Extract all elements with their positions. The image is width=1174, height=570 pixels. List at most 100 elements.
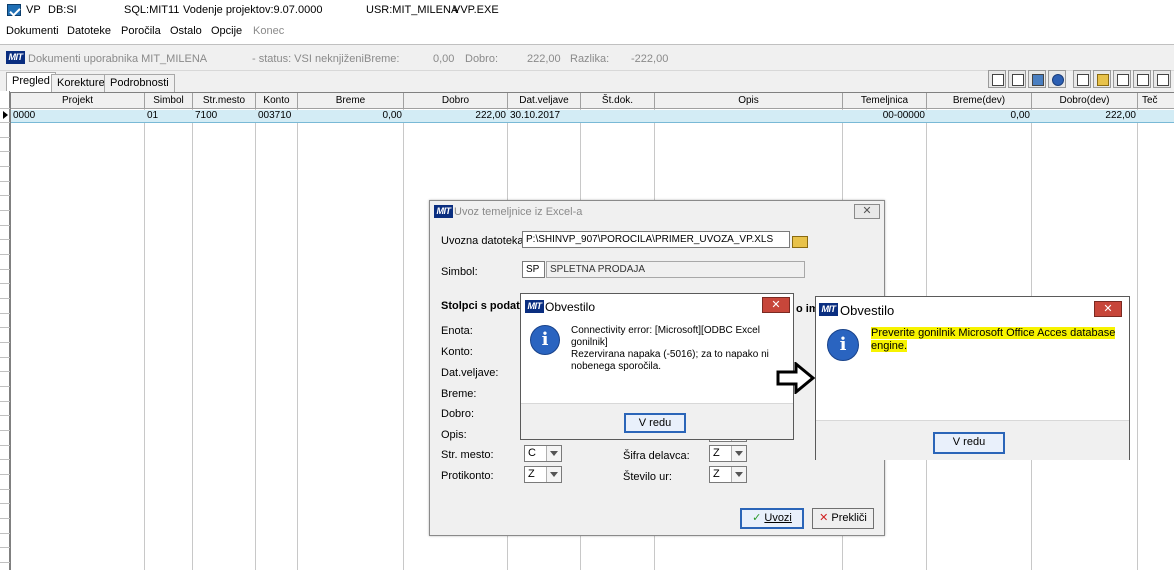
stevilo-ur-select[interactable]: Z bbox=[709, 466, 747, 483]
gutter-tick bbox=[0, 166, 10, 167]
gutter-tick bbox=[0, 518, 10, 519]
cell-tec[interactable] bbox=[1138, 110, 1174, 123]
documents-caption: MIT Dokumenti uporabnika MIT_MILENA - st… bbox=[0, 45, 1174, 71]
breme-label: Breme: bbox=[441, 388, 477, 400]
tab-podrobnosti[interactable]: Podrobnosti bbox=[104, 74, 175, 92]
cell-konto[interactable]: 003710 bbox=[256, 110, 298, 123]
cell-projekt[interactable]: 0000 bbox=[11, 110, 145, 123]
cell-st-dok[interactable] bbox=[581, 110, 655, 123]
cell-breme-dev[interactable]: 0,00 bbox=[927, 110, 1032, 123]
col-st-dok[interactable]: Št.dok. bbox=[581, 93, 655, 109]
monitor-icon[interactable] bbox=[1028, 70, 1046, 88]
mit-logo-icon: MIT bbox=[434, 205, 453, 218]
cell-dobro[interactable]: 222,00 bbox=[404, 110, 508, 123]
current-row-indicator-icon bbox=[0, 108, 10, 121]
app-icon[interactable] bbox=[7, 4, 21, 16]
file-input[interactable]: P:\SHINVP_907\POROCILA\PRIMER_UVOZA_VP.X… bbox=[522, 231, 790, 248]
col-dobro-dev[interactable]: Dobro(dev) bbox=[1032, 93, 1138, 109]
protikonto-select[interactable]: Z bbox=[524, 466, 562, 483]
gutter-tick bbox=[0, 225, 10, 226]
ok-button[interactable]: V redu bbox=[933, 432, 1005, 454]
cell-breme[interactable]: 0,00 bbox=[298, 110, 404, 123]
close-icon[interactable]: ✕ bbox=[762, 297, 790, 313]
str-mesto-select[interactable]: C bbox=[524, 445, 562, 462]
checkmark-icon: ✓ bbox=[752, 512, 762, 524]
cell-opis[interactable] bbox=[655, 110, 843, 123]
table-row[interactable]: 0000 01 7100 003710 0,00 222,00 30.10.20… bbox=[11, 110, 1174, 123]
col-breme[interactable]: Breme bbox=[298, 93, 404, 109]
dobro-label: Dobro: bbox=[465, 53, 499, 65]
razlika-value: -222,00 bbox=[631, 53, 669, 65]
col-str-mesto[interactable]: Str.mesto bbox=[193, 93, 256, 109]
razlika-label: Razlika: bbox=[570, 53, 610, 65]
gutter-tick bbox=[0, 357, 10, 358]
col-projekt[interactable]: Projekt bbox=[11, 93, 145, 109]
row-selector-gutter[interactable] bbox=[0, 91, 10, 570]
import-dialog-caption: MIT Uvoz temeljnice iz Excel-a ✕ bbox=[430, 201, 884, 223]
menu-porocila[interactable]: Poročila bbox=[121, 25, 161, 37]
grid-divider bbox=[144, 109, 145, 570]
open-folder-icon[interactable] bbox=[1093, 70, 1111, 88]
gutter-tick bbox=[0, 269, 10, 270]
error-line-2: Rezervirana napaka (-5016); za to napako… bbox=[571, 349, 769, 360]
close-icon[interactable]: ✕ bbox=[854, 204, 880, 219]
chevron-down-icon[interactable] bbox=[546, 467, 561, 482]
filter-icon[interactable] bbox=[1153, 70, 1171, 88]
print-preview-icon[interactable] bbox=[1008, 70, 1026, 88]
error-message-text: Connectivity error: [Microsoft][ODBC Exc… bbox=[571, 325, 791, 373]
col-tec[interactable]: Teč bbox=[1138, 93, 1174, 109]
chevron-down-icon[interactable] bbox=[546, 446, 561, 461]
col-temeljnica[interactable]: Temeljnica bbox=[843, 93, 927, 109]
help-icon[interactable] bbox=[1048, 70, 1066, 88]
chevron-down-icon[interactable] bbox=[731, 467, 746, 482]
col-dat-veljave[interactable]: Dat.veljave bbox=[508, 93, 581, 109]
menu-dokumenti[interactable]: Dokumenti bbox=[6, 25, 59, 37]
konto-label: Konto: bbox=[441, 346, 473, 358]
col-simbol[interactable]: Simbol bbox=[145, 93, 193, 109]
app-title-bar: VP DB:SI SQL:MIT11 Vodenje projektov:9.0… bbox=[0, 0, 1174, 20]
notice-message-body: i Preverite gonilnik Microsoft Office Ac… bbox=[816, 321, 1129, 421]
tab-korekture[interactable]: Korekture bbox=[51, 74, 111, 92]
gutter-tick bbox=[0, 327, 10, 328]
gutter-tick bbox=[0, 254, 10, 255]
cell-dobro-dev[interactable]: 222,00 bbox=[1032, 110, 1138, 123]
search-icon[interactable] bbox=[1133, 70, 1151, 88]
col-dobro[interactable]: Dobro bbox=[404, 93, 508, 109]
new-document-icon[interactable] bbox=[1073, 70, 1091, 88]
columns-heading: Stolpci s podatk bbox=[441, 300, 526, 312]
gutter-tick bbox=[0, 313, 10, 314]
breme-value: 0,00 bbox=[433, 53, 455, 65]
gutter-tick bbox=[0, 562, 10, 563]
import-button[interactable]: ✓ Uvozi bbox=[740, 508, 804, 529]
col-opis[interactable]: Opis bbox=[655, 93, 843, 109]
mit-logo-icon: MIT bbox=[819, 303, 838, 316]
chevron-down-icon[interactable] bbox=[731, 446, 746, 461]
printer-icon[interactable] bbox=[1113, 70, 1131, 88]
import-dialog-title: Uvoz temeljnice iz Excel-a bbox=[454, 206, 583, 218]
col-breme-dev[interactable]: Breme(dev) bbox=[927, 93, 1032, 109]
gutter-tick bbox=[0, 342, 10, 343]
gutter-tick bbox=[0, 371, 10, 372]
browse-folder-icon[interactable] bbox=[791, 233, 808, 248]
cell-dat-veljave[interactable]: 30.10.2017 bbox=[508, 110, 581, 123]
ok-button[interactable]: V redu bbox=[624, 413, 686, 433]
menu-ostalo[interactable]: Ostalo bbox=[170, 25, 202, 37]
opis-label: Opis: bbox=[441, 429, 467, 441]
tab-pregled[interactable]: Pregled bbox=[6, 72, 56, 92]
menu-opcije[interactable]: Opcije bbox=[211, 25, 242, 37]
sifra-delavca-select[interactable]: Z bbox=[709, 445, 747, 462]
report-icon[interactable] bbox=[988, 70, 1006, 88]
symbol-code-input[interactable]: SP bbox=[522, 261, 545, 278]
menu-datoteke[interactable]: Datoteke bbox=[67, 25, 111, 37]
cell-simbol[interactable]: 01 bbox=[145, 110, 193, 123]
arrow-right-icon bbox=[776, 362, 816, 394]
close-icon[interactable]: ✕ bbox=[1094, 301, 1122, 317]
cancel-button[interactable]: ✕ Prekliči bbox=[812, 508, 874, 529]
col-konto[interactable]: Konto bbox=[256, 93, 298, 109]
cell-temeljnica[interactable]: 00-00000 bbox=[843, 110, 927, 123]
cell-str-mesto[interactable]: 7100 bbox=[193, 110, 256, 123]
dat-veljave-label: Dat.veljave: bbox=[441, 367, 499, 379]
menu-konec[interactable]: Konec bbox=[253, 25, 284, 37]
gutter-tick bbox=[0, 459, 10, 460]
notice-message-text: Preverite gonilnik Microsoft Office Acce… bbox=[871, 327, 1131, 353]
